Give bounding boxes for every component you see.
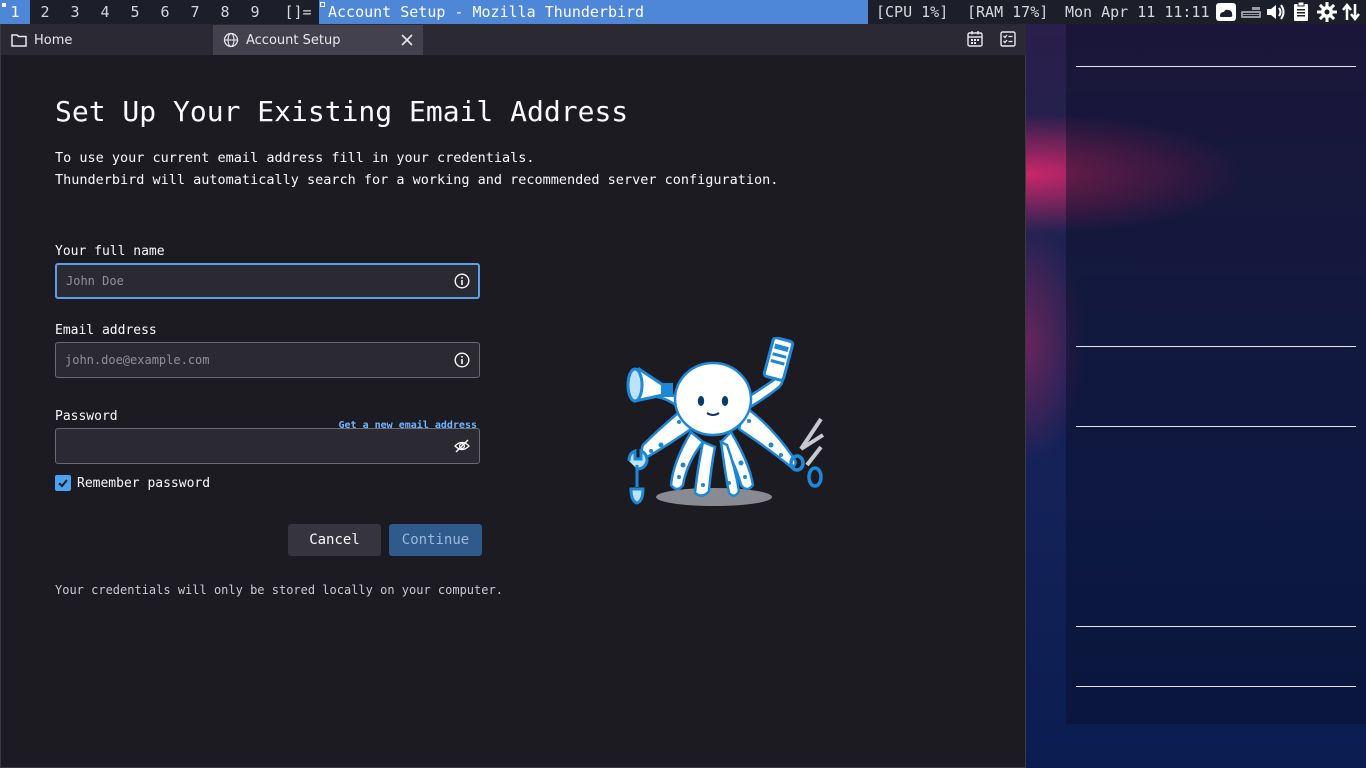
- credentials-note: Your credentials will only be stored loc…: [55, 583, 503, 597]
- remember-password-label: Remember password: [77, 475, 211, 491]
- tab-label: Account Setup: [246, 32, 341, 48]
- widget-divider: [1076, 686, 1356, 687]
- layout-indicator[interactable]: []=: [278, 0, 318, 24]
- checkmark-icon: [58, 479, 68, 488]
- ram-status: [RAM 17%]: [967, 3, 1049, 21]
- workspace-7[interactable]: 7: [180, 0, 210, 24]
- widget-divider: [1076, 626, 1356, 627]
- cpu-status: [CPU 1%]: [876, 3, 949, 21]
- workspace-2[interactable]: 2: [30, 0, 60, 24]
- workspace-3[interactable]: 3: [60, 0, 90, 24]
- folder-icon: [11, 34, 27, 47]
- clipboard-icon[interactable]: [1290, 1, 1312, 23]
- globe-icon: [223, 32, 239, 48]
- info-icon[interactable]: [454, 273, 470, 289]
- full-name-label: Your full name: [55, 244, 165, 259]
- tab-home[interactable]: Home: [5, 25, 211, 55]
- workspace-9[interactable]: 9: [240, 0, 270, 24]
- widget-divider: [1076, 346, 1356, 347]
- network-arrows-icon[interactable]: [1340, 1, 1362, 23]
- eye-slash-icon[interactable]: [454, 438, 470, 454]
- remember-password-row[interactable]: Remember password: [55, 475, 210, 491]
- floating-indicator: [320, 2, 325, 7]
- volume-icon[interactable]: [1265, 1, 1287, 23]
- top-status-bar: 1 2 3 4 5 6 7 8 9 []= Account Setup - Mo…: [0, 0, 1366, 24]
- cloud-icon[interactable]: [1215, 1, 1237, 23]
- close-icon[interactable]: [399, 32, 415, 48]
- password-field: [55, 428, 480, 464]
- full-name-field: [55, 263, 480, 299]
- email-field: [55, 342, 480, 378]
- focused-window-title: Account Setup - Mozilla Thunderbird: [319, 0, 868, 24]
- workspace-1[interactable]: 1: [0, 0, 30, 24]
- full-name-input[interactable]: [66, 265, 446, 297]
- workspace-6[interactable]: 6: [150, 0, 180, 24]
- continue-button[interactable]: Continue: [389, 524, 482, 556]
- occupied-indicator: [2, 3, 6, 7]
- calendar-icon[interactable]: [966, 30, 984, 48]
- thunderbird-octopus-illustration: [626, 337, 825, 506]
- intro-text: To use your current email address fill i…: [55, 150, 535, 166]
- intro-text: Thunderbird will automatically search fo…: [55, 172, 779, 188]
- password-input[interactable]: [65, 429, 445, 463]
- workspace-4[interactable]: 4: [90, 0, 120, 24]
- info-icon[interactable]: [454, 352, 470, 368]
- keyboard-icon[interactable]: [1240, 1, 1262, 23]
- page-title: Set Up Your Existing Email Address: [55, 95, 629, 128]
- thunderbird-window: Home Account Setup Set Up Your Existing …: [0, 24, 1026, 768]
- widget-divider: [1076, 426, 1356, 427]
- email-label: Email address: [55, 323, 157, 338]
- desktop-widget-panel: [1066, 24, 1366, 724]
- password-label: Password: [55, 409, 118, 424]
- email-input[interactable]: [65, 343, 445, 377]
- widget-divider: [1076, 66, 1356, 67]
- tab-label: Home: [34, 32, 73, 48]
- gear-icon[interactable]: [1316, 1, 1338, 23]
- clock: Mon Apr 11 11:11: [1065, 3, 1210, 21]
- tab-bar: Home Account Setup: [1, 24, 1026, 55]
- workspace-5[interactable]: 5: [120, 0, 150, 24]
- workspace-8[interactable]: 8: [210, 0, 240, 24]
- tab-account-setup[interactable]: Account Setup: [213, 25, 423, 55]
- account-setup-page: Set Up Your Existing Email Address To us…: [1, 55, 1026, 768]
- remember-password-checkbox[interactable]: [55, 475, 71, 491]
- tasks-icon[interactable]: [999, 30, 1017, 48]
- cancel-button[interactable]: Cancel: [288, 524, 381, 556]
